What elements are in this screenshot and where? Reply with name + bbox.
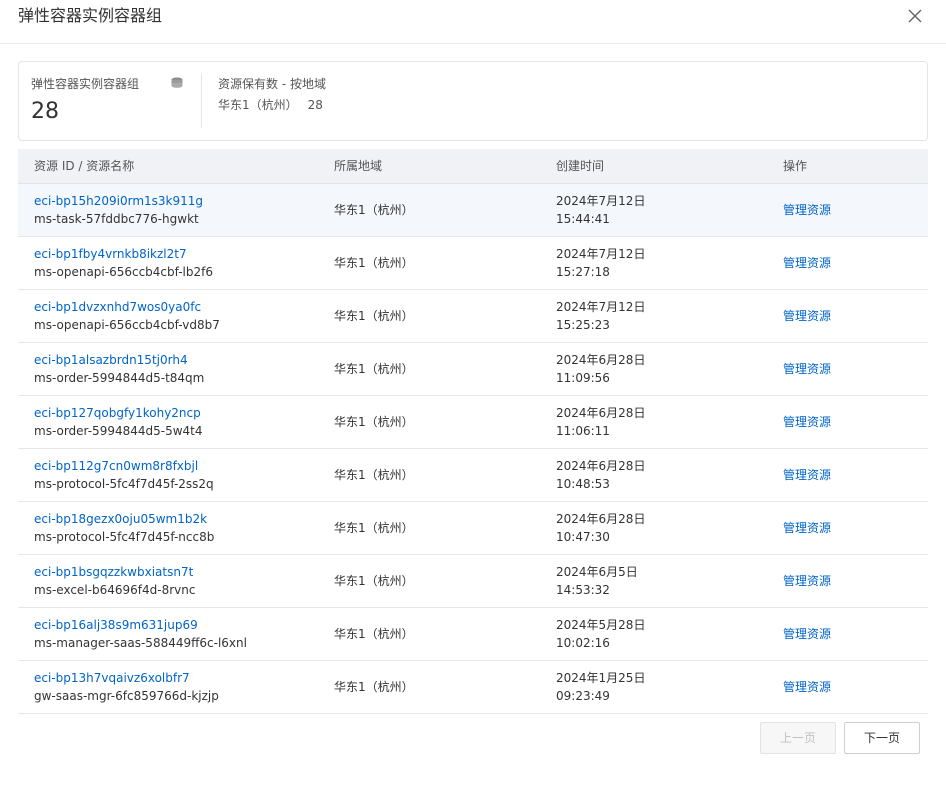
resource-id-link[interactable]: eci-bp1alsazbrdn15tj0rh4 bbox=[34, 352, 188, 368]
table-header: 资源 ID / 资源名称 所属地域 创建时间 操作 bbox=[18, 149, 928, 184]
table-row: eci-bp18gezx0oju05wm1b2k ms-protocol-5fc4… bbox=[18, 502, 928, 555]
created-date: 2024年7月12日 bbox=[556, 194, 646, 208]
region-cell: 华东1（杭州） bbox=[334, 415, 414, 429]
created-time: 15:44:41 bbox=[556, 212, 610, 226]
resource-name: ms-manager-saas-588449ff6c-l6xnl bbox=[34, 636, 247, 650]
manage-resource-link[interactable]: 管理资源 bbox=[783, 202, 831, 218]
column-header-action: 操作 bbox=[783, 159, 808, 173]
created-time: 09:23:49 bbox=[556, 689, 610, 703]
region-cell: 华东1（杭州） bbox=[334, 574, 414, 588]
table-row: eci-bp13h7vqaivz6xolbfr7 gw-saas-mgr-6fc8… bbox=[18, 661, 928, 714]
resource-id-link[interactable]: eci-bp16alj38s9m631jup69 bbox=[34, 617, 198, 633]
summary-divider bbox=[201, 74, 202, 128]
summary-total: 弹性容器实例容器组 28 bbox=[19, 62, 201, 140]
region-cell: 华东1（杭州） bbox=[334, 627, 414, 641]
resource-name: ms-task-57fddbc776-hgwkt bbox=[34, 212, 199, 226]
manage-resource-link[interactable]: 管理资源 bbox=[783, 573, 831, 589]
created-date: 2024年7月12日 bbox=[556, 300, 646, 314]
region-cell: 华东1（杭州） bbox=[334, 468, 414, 482]
resource-name: ms-excel-b64696f4d-8rvnc bbox=[34, 583, 196, 597]
next-page-button[interactable]: 下一页 bbox=[844, 722, 920, 754]
region-breakdown-label: 资源保有数 - 按地域 bbox=[218, 77, 326, 91]
created-time: 11:09:56 bbox=[556, 371, 610, 385]
manage-resource-link[interactable]: 管理资源 bbox=[783, 308, 831, 324]
resource-id-link[interactable]: eci-bp127qobgfy1kohy2ncp bbox=[34, 405, 201, 421]
manage-resource-link[interactable]: 管理资源 bbox=[783, 626, 831, 642]
manage-resource-link[interactable]: 管理资源 bbox=[783, 361, 831, 377]
column-header-created: 创建时间 bbox=[556, 159, 605, 173]
manage-resource-link[interactable]: 管理资源 bbox=[783, 467, 831, 483]
resource-id-link[interactable]: eci-bp15h209i0rm1s3k911g bbox=[34, 193, 203, 209]
table-body: eci-bp15h209i0rm1s3k911g ms-task-57fddbc7… bbox=[18, 184, 928, 714]
created-time: 15:27:18 bbox=[556, 265, 610, 279]
created-time: 15:25:23 bbox=[556, 318, 610, 332]
close-icon[interactable] bbox=[904, 5, 926, 27]
table-row: eci-bp112g7cn0wm8r8fxbjl ms-protocol-5fc4… bbox=[18, 449, 928, 502]
resource-name: ms-openapi-656ccb4cbf-vd8b7 bbox=[34, 318, 220, 332]
resource-name: gw-saas-mgr-6fc859766d-kjzjp bbox=[34, 689, 219, 703]
created-time: 10:47:30 bbox=[556, 530, 610, 544]
table-row: eci-bp1bsgqzzkwbxiatsn7t ms-excel-b64696f… bbox=[18, 555, 928, 608]
created-time: 11:06:11 bbox=[556, 424, 610, 438]
created-date: 2024年6月28日 bbox=[556, 512, 646, 526]
dialog-title: 弹性容器实例容器组 bbox=[18, 6, 163, 25]
manage-resource-link[interactable]: 管理资源 bbox=[783, 414, 831, 430]
created-time: 10:02:16 bbox=[556, 636, 610, 650]
created-date: 2024年6月28日 bbox=[556, 459, 646, 473]
resource-id-link[interactable]: eci-bp1dvzxnhd7wos0ya0fc bbox=[34, 299, 201, 315]
resource-table: 资源 ID / 资源名称 所属地域 创建时间 操作 eci-bp15h209i0… bbox=[18, 149, 928, 714]
manage-resource-link[interactable]: 管理资源 bbox=[783, 520, 831, 536]
created-time: 14:53:32 bbox=[556, 583, 610, 597]
resource-name: ms-order-5994844d5-t84qm bbox=[34, 371, 205, 385]
created-date: 2024年6月28日 bbox=[556, 353, 646, 367]
dialog-header: 弹性容器实例容器组 bbox=[0, 0, 946, 44]
created-date: 2024年5月28日 bbox=[556, 618, 646, 632]
summary-label: 弹性容器实例容器组 bbox=[31, 77, 140, 91]
resource-id-link[interactable]: eci-bp1fby4vrnkb8ikzl2t7 bbox=[34, 246, 187, 262]
manage-resource-link[interactable]: 管理资源 bbox=[783, 255, 831, 271]
created-date: 2024年6月28日 bbox=[556, 406, 646, 420]
close-button[interactable] bbox=[904, 5, 926, 27]
resource-id-link[interactable]: eci-bp13h7vqaivz6xolbfr7 bbox=[34, 670, 190, 686]
table-row: eci-bp15h209i0rm1s3k911g ms-task-57fddbc7… bbox=[18, 184, 928, 237]
created-date: 2024年1月25日 bbox=[556, 671, 646, 685]
region-cell: 华东1（杭州） bbox=[334, 203, 414, 217]
created-time: 10:48:53 bbox=[556, 477, 610, 491]
created-date: 2024年7月12日 bbox=[556, 247, 646, 261]
manage-resource-link[interactable]: 管理资源 bbox=[783, 679, 831, 695]
summary-count: 28 bbox=[31, 99, 59, 124]
created-date: 2024年6月5日 bbox=[556, 565, 638, 579]
table-row: eci-bp1dvzxnhd7wos0ya0fc ms-openapi-656cc… bbox=[18, 290, 928, 343]
region-breakdown-item: 华东1（杭州） 28 bbox=[218, 97, 323, 113]
resource-id-link[interactable]: eci-bp112g7cn0wm8r8fxbjl bbox=[34, 458, 198, 474]
table-row: eci-bp1fby4vrnkb8ikzl2t7 ms-openapi-656cc… bbox=[18, 237, 928, 290]
region-cell: 华东1（杭州） bbox=[334, 680, 414, 694]
resource-id-link[interactable]: eci-bp1bsgqzzkwbxiatsn7t bbox=[34, 564, 193, 580]
column-header-region: 所属地域 bbox=[334, 159, 383, 173]
summary-card: 弹性容器实例容器组 28 资源保有数 - 按地域 华东1（杭州） 28 bbox=[18, 61, 928, 141]
resource-name: ms-protocol-5fc4f7d45f-2ss2q bbox=[34, 477, 214, 491]
table-row: eci-bp16alj38s9m631jup69 ms-manager-saas-… bbox=[18, 608, 928, 661]
table-row: eci-bp127qobgfy1kohy2ncp ms-order-5994844… bbox=[18, 396, 928, 449]
region-cell: 华东1（杭州） bbox=[334, 362, 414, 376]
region-cell: 华东1（杭州） bbox=[334, 256, 414, 270]
table-row: eci-bp1alsazbrdn15tj0rh4 ms-order-5994844… bbox=[18, 343, 928, 396]
resource-id-link[interactable]: eci-bp18gezx0oju05wm1b2k bbox=[34, 511, 207, 527]
prev-page-button[interactable]: 上一页 bbox=[760, 722, 836, 754]
database-icon bbox=[171, 77, 183, 88]
resource-name: ms-openapi-656ccb4cbf-lb2f6 bbox=[34, 265, 213, 279]
region-count: 28 bbox=[307, 98, 323, 112]
resource-name: ms-order-5994844d5-5w4t4 bbox=[34, 424, 203, 438]
region-cell: 华东1（杭州） bbox=[334, 521, 414, 535]
region-cell: 华东1（杭州） bbox=[334, 309, 414, 323]
region-name: 华东1（杭州） bbox=[218, 98, 298, 112]
resource-name: ms-protocol-5fc4f7d45f-ncc8b bbox=[34, 530, 215, 544]
column-header-id: 资源 ID / 资源名称 bbox=[34, 159, 135, 173]
